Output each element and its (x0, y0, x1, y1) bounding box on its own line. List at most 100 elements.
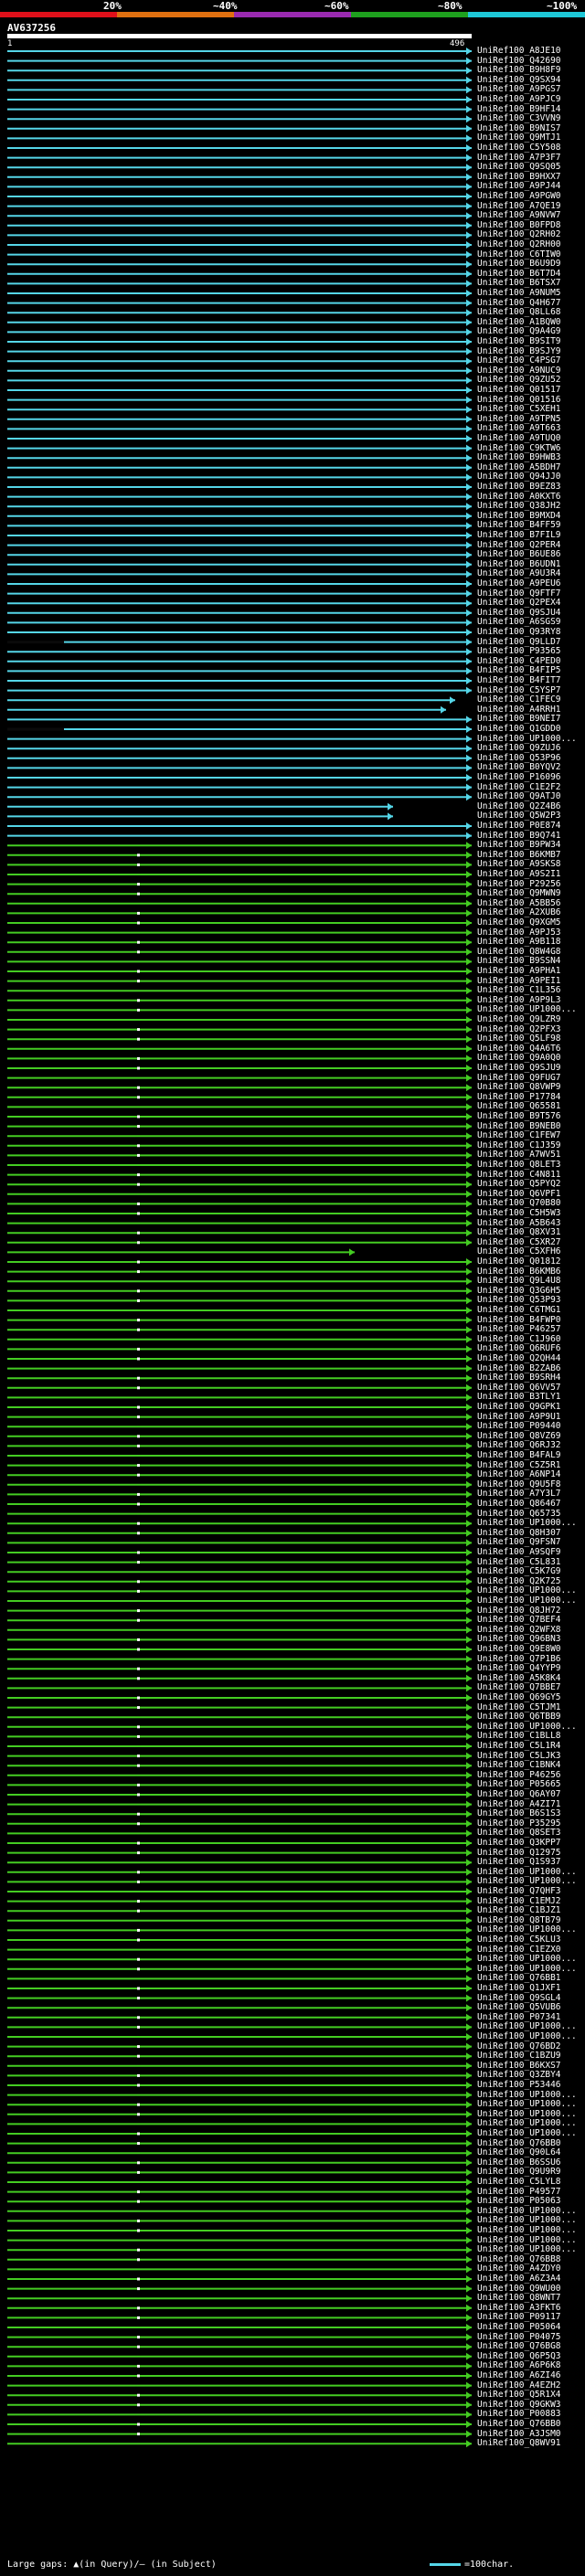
hit-row[interactable] (7, 1074, 472, 1082)
hit-row[interactable] (7, 928, 472, 937)
hit-label[interactable]: UniRef100_C4PSG7 (477, 356, 561, 366)
hit-label[interactable]: UniRef100_A6P6K8 (477, 2361, 561, 2370)
hit-row[interactable] (7, 2236, 472, 2244)
hit-label[interactable]: UniRef100_C5L1R4 (477, 1742, 561, 1751)
hit-label[interactable]: UniRef100_Q93RY8 (477, 628, 561, 637)
hit-label[interactable]: UniRef100_B9HF14 (477, 104, 561, 114)
hit-label[interactable]: UniRef100_Q2PEX4 (477, 599, 561, 608)
hit-label[interactable]: UniRef100_Q9GPK1 (477, 1403, 561, 1412)
hit-row[interactable] (7, 1781, 472, 1789)
hit-row[interactable] (7, 1839, 472, 1847)
hit-row[interactable] (7, 2101, 472, 2109)
hit-label[interactable]: UniRef100_A7QE19 (477, 201, 561, 211)
hit-row[interactable] (7, 1800, 472, 1808)
hit-label[interactable]: UniRef100_Q6P5Q3 (477, 2351, 561, 2361)
hit-label[interactable]: UniRef100_C5Z5R1 (477, 1460, 561, 1470)
hit-label[interactable]: UniRef100_C5KLU3 (477, 1935, 561, 1945)
hit-row[interactable] (7, 96, 472, 103)
hit-label[interactable]: UniRef100_A9SQF9 (477, 1548, 561, 1557)
hit-label[interactable]: UniRef100_Q8VWP9 (477, 1083, 561, 1092)
hit-row[interactable] (7, 387, 472, 394)
hit-label[interactable]: UniRef100_C1BNK4 (477, 1761, 561, 1770)
hit-label[interactable]: UniRef100_Q9FSN7 (477, 1538, 561, 1547)
hit-row[interactable] (7, 619, 472, 627)
hit-label[interactable]: UniRef100_B9MXD4 (477, 511, 561, 521)
hit-label[interactable]: UniRef100_P0E874 (477, 822, 561, 831)
hit-row[interactable] (7, 812, 393, 821)
hit-label[interactable]: UniRef100_A3FKT6 (477, 2303, 561, 2313)
hit-label[interactable]: UniRef100_Q2Z4B6 (477, 801, 561, 811)
hit-label[interactable]: UniRef100_C1L356 (477, 986, 561, 995)
hit-row[interactable] (7, 1025, 472, 1034)
hit-row[interactable] (7, 1752, 472, 1760)
hit-row[interactable] (7, 968, 472, 975)
hit-row[interactable] (7, 726, 472, 733)
hit-row[interactable] (7, 1307, 472, 1314)
hit-label[interactable]: UniRef100_B6TSX7 (477, 279, 561, 288)
hit-row[interactable] (7, 1965, 472, 1973)
hit-label[interactable]: UniRef100_B9PW34 (477, 841, 561, 850)
hit-label[interactable]: UniRef100_Q9LLD7 (477, 637, 561, 647)
hit-row[interactable] (7, 1151, 472, 1160)
hit-row[interactable] (7, 1423, 472, 1431)
hit-row[interactable] (7, 1161, 472, 1169)
hit-label[interactable]: UniRef100_Q8H307 (477, 1528, 561, 1538)
hit-row[interactable] (7, 1694, 472, 1701)
hit-row[interactable] (7, 299, 472, 307)
hit-label[interactable]: UniRef100_Q8TB79 (477, 1915, 561, 1925)
hit-row[interactable] (7, 1229, 472, 1237)
hit-label[interactable]: UniRef100_A8JE10 (477, 47, 561, 56)
hit-row[interactable] (7, 2284, 472, 2293)
hit-row[interactable] (7, 124, 472, 133)
hit-label[interactable]: UniRef100_C1J960 (477, 1334, 561, 1344)
hit-row[interactable] (7, 522, 472, 530)
hit-label[interactable]: UniRef100_Q9ATJ0 (477, 792, 561, 801)
hit-row[interactable] (7, 677, 472, 684)
hit-label[interactable]: UniRef100_Q2PFX3 (477, 1024, 561, 1034)
hit-row[interactable] (7, 648, 472, 656)
hit-row[interactable] (7, 880, 472, 888)
hit-label[interactable]: UniRef100_B9H8F9 (477, 66, 561, 75)
hit-row[interactable] (7, 1219, 472, 1227)
hit-row[interactable] (7, 705, 446, 714)
hit-label[interactable]: UniRef100_B4FWP0 (477, 1315, 561, 1325)
hit-row[interactable] (7, 1355, 472, 1362)
hit-row[interactable] (7, 783, 472, 791)
hit-label[interactable]: UniRef100_B6KMB6 (477, 1267, 561, 1277)
hit-label[interactable]: UniRef100_C9KTW6 (477, 443, 561, 453)
hit-row[interactable] (7, 832, 472, 840)
hit-label[interactable]: UniRef100_B6U9D9 (477, 260, 561, 269)
hit-row[interactable] (7, 2440, 472, 2448)
hit-row[interactable] (7, 2052, 472, 2061)
hit-label[interactable]: UniRef100_UP1000... (477, 1586, 577, 1595)
hit-row[interactable] (7, 1335, 472, 1343)
hit-label[interactable]: UniRef100_Q12975 (477, 1848, 561, 1858)
hit-row[interactable] (7, 212, 472, 220)
hit-label[interactable]: UniRef100_Q3KPP7 (477, 1839, 561, 1848)
hit-row[interactable] (7, 1549, 472, 1556)
hit-label[interactable]: UniRef100_A0KXT6 (477, 492, 561, 502)
hit-row[interactable] (7, 551, 472, 559)
hit-row[interactable] (7, 1006, 472, 1014)
hit-label[interactable]: UniRef100_C5XR27 (477, 1237, 561, 1247)
hit-row[interactable] (7, 2120, 472, 2128)
hit-label[interactable]: UniRef100_UP1000... (477, 2206, 577, 2216)
hit-label[interactable]: UniRef100_C5L831 (477, 1557, 561, 1567)
hit-label[interactable]: UniRef100_Q1S937 (477, 1858, 561, 1867)
hit-label[interactable]: UniRef100_A9T663 (477, 424, 561, 433)
hit-label[interactable]: UniRef100_A4EZH2 (477, 2380, 561, 2390)
hit-label[interactable]: UniRef100_P17784 (477, 1092, 561, 1102)
hit-row[interactable] (7, 919, 472, 927)
hit-label[interactable]: UniRef100_Q8LL68 (477, 308, 561, 317)
hit-label[interactable]: UniRef100_C1BZU9 (477, 2051, 561, 2061)
hit-label[interactable]: UniRef100_Q8XV31 (477, 1228, 561, 1237)
hit-label[interactable]: UniRef100_A9B118 (477, 938, 561, 947)
hit-label[interactable]: UniRef100_P07341 (477, 2012, 561, 2022)
hit-row[interactable] (7, 2042, 472, 2051)
hit-label[interactable]: UniRef100_Q8WNT7 (477, 2294, 561, 2303)
hit-label[interactable]: UniRef100_Q86467 (477, 1500, 561, 1509)
hit-label[interactable]: UniRef100_C1E2F2 (477, 782, 561, 792)
hit-row[interactable] (7, 2304, 472, 2312)
hit-row[interactable] (7, 1364, 472, 1373)
hit-row[interactable] (7, 871, 472, 878)
